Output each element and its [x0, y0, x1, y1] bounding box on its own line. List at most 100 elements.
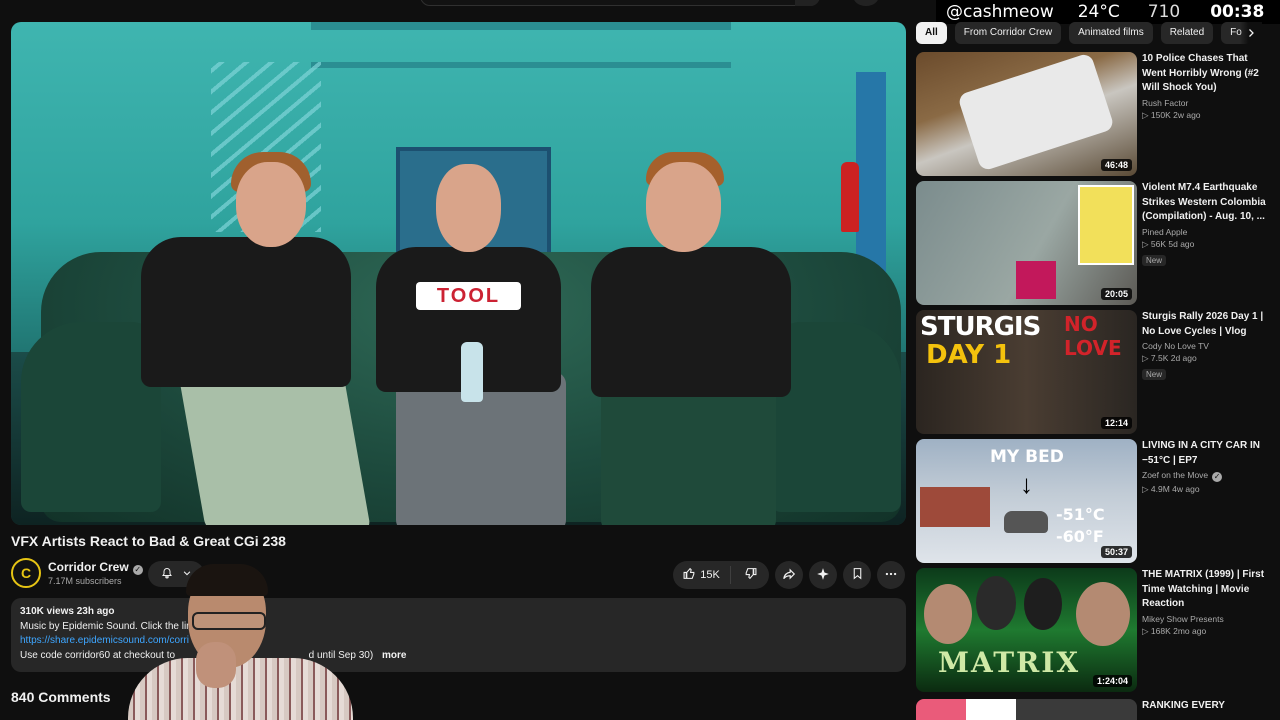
- thumbnail-face: [976, 576, 1016, 630]
- search-bar[interactable]: [420, 0, 820, 6]
- duration-badge: 46:48: [1100, 159, 1132, 171]
- recommendation-thumbnail[interactable]: 20:05: [916, 181, 1137, 305]
- thumbs-up-icon: [683, 567, 696, 583]
- comments-count: 840 Comments: [11, 689, 111, 705]
- scene-railing-lower: [311, 62, 731, 68]
- sparkle-icon: [816, 567, 830, 584]
- share-arrow-icon: [782, 567, 796, 584]
- recommendation-channel-label: Zoef on the Move: [1142, 470, 1209, 480]
- recommendation-item[interactable]: RANKING EVERY: [916, 699, 1276, 720]
- shirt-logo: TOOL: [416, 282, 521, 310]
- chevron-right-icon[interactable]: [1240, 22, 1262, 44]
- recommendation-item[interactable]: STURGIS DAY 1 NO LOVE 12:14 Sturgis Rall…: [916, 310, 1276, 434]
- recommendation-item[interactable]: MY BED ↓ -51°C -60°F 50:37 LIVING IN A C…: [916, 439, 1276, 563]
- fire-extinguisher: [841, 162, 859, 232]
- chip-animated-films[interactable]: Animated films: [1069, 22, 1153, 44]
- water-bottle: [461, 342, 483, 402]
- recommendation-stats: ▷ 4.9M 4w ago: [1142, 484, 1200, 494]
- save-button[interactable]: [843, 561, 871, 589]
- recommendation-channel[interactable]: Cody No Love TV: [1142, 341, 1274, 351]
- share-button[interactable]: [775, 561, 803, 589]
- new-badge: New: [1142, 369, 1167, 380]
- duration-badge: 20:05: [1100, 288, 1132, 300]
- like-count: 15K: [700, 569, 720, 581]
- overlay-handle: @cashmeow: [946, 2, 1054, 22]
- chip-from-corridor-crew[interactable]: From Corridor Crew: [954, 22, 1062, 44]
- stream-overlay: @cashmeow 24°C 710 00:38: [936, 0, 1280, 24]
- channel-avatar[interactable]: C: [11, 558, 41, 588]
- more-actions-button[interactable]: [877, 561, 905, 589]
- duration-badge: 12:14: [1100, 417, 1132, 429]
- scene-railing: [311, 22, 731, 30]
- duration-badge: 50:37: [1100, 546, 1132, 558]
- webcam-hand: [196, 642, 236, 688]
- chip-all[interactable]: All: [916, 22, 947, 44]
- thumbnail-map: [1078, 185, 1134, 265]
- recommendation-channel[interactable]: Mikey Show Presents: [1142, 614, 1274, 624]
- video-title: VFX Artists React to Bad & Great CGi 238: [11, 533, 286, 549]
- recommendation-title[interactable]: Violent M7.4 Earthquake Strikes Western …: [1142, 181, 1274, 225]
- overlay-count: 710: [1147, 2, 1181, 22]
- mic-button[interactable]: [853, 0, 879, 6]
- recommendation-stats: ▷ 56K 5d ago: [1142, 238, 1195, 249]
- duration-badge: 1:24:04: [1092, 675, 1132, 687]
- recommendation-stats: ▷ 168K 2mo ago: [1142, 625, 1207, 636]
- thumbnail-text-no-love: NO LOVE: [1064, 312, 1122, 360]
- recommendation-title[interactable]: LIVING IN A CITY CAR IN −51°C | EP7: [1142, 439, 1274, 468]
- recommendation-title[interactable]: RANKING EVERY: [1142, 699, 1274, 714]
- recommendation-channel[interactable]: Zoef on the Move ✓: [1142, 470, 1274, 482]
- filter-chips: All From Corridor Crew Animated films Re…: [916, 22, 1261, 44]
- search-button[interactable]: [795, 0, 820, 6]
- recommendation-thumbnail[interactable]: MY BED ↓ -51°C -60°F 50:37: [916, 439, 1137, 563]
- show-more-link[interactable]: more: [382, 650, 406, 661]
- recommendation-thumbnail[interactable]: [916, 699, 1137, 720]
- recommendation-thumbnail[interactable]: STURGIS DAY 1 NO LOVE 12:14: [916, 310, 1137, 434]
- thumbnail-face: [1024, 578, 1062, 630]
- video-player[interactable]: TOOL: [11, 22, 906, 525]
- recommendation-channel[interactable]: Rush Factor: [1142, 98, 1274, 108]
- recommendation-item[interactable]: 20:05 Violent M7.4 Earthquake Strikes We…: [916, 181, 1276, 305]
- thumbnail-chair: [1016, 261, 1056, 299]
- thumbnail-car: [957, 52, 1115, 172]
- channel-avatar-letter: C: [20, 565, 32, 581]
- bookmark-icon: [851, 567, 864, 583]
- webcam-overlay: [118, 562, 363, 720]
- recommendation-stats: ▷ 7.5K 2d ago: [1142, 353, 1197, 363]
- ask-button[interactable]: [809, 561, 837, 589]
- overlay-time: 00:38: [1210, 2, 1265, 22]
- recommendation-item[interactable]: 46:48 10 Police Chases That Went Horribl…: [916, 52, 1276, 176]
- recommendation-title[interactable]: THE MATRIX (1999) | First Time Watching …: [1142, 568, 1274, 612]
- dislike-button[interactable]: [731, 567, 769, 583]
- thumbnail-text-matrix: MATRIX: [938, 646, 1081, 679]
- thumbs-down-icon: [744, 567, 757, 583]
- like-button[interactable]: 15K: [673, 566, 731, 584]
- recommendation-stats: ▷ 150K 2w ago: [1142, 109, 1201, 120]
- recommendation-title[interactable]: Sturgis Rally 2026 Day 1 | No Love Cycle…: [1142, 310, 1274, 339]
- thumbnail-face: [1076, 582, 1130, 646]
- more-horizontal-icon: [884, 567, 898, 584]
- subscriber-count: 7.17M subscribers: [48, 576, 122, 586]
- webcam-hair: [186, 564, 268, 596]
- new-badge: New: [1142, 254, 1167, 266]
- couch-arm-left: [21, 322, 161, 512]
- thumbnail-car: [1004, 511, 1048, 533]
- thumbnail-text-fahrenheit: -60°F: [1056, 527, 1104, 546]
- thumbnail-text-my-bed: MY BED: [990, 447, 1064, 467]
- thumbnail-face: [924, 584, 972, 644]
- recommendation-item[interactable]: MATRIX 1:24:04 THE MATRIX (1999) | First…: [916, 568, 1276, 692]
- thumbnail-building: [920, 487, 990, 527]
- webcam-shirt: [128, 658, 353, 720]
- thumbnail-text-celsius: -51°C: [1056, 505, 1105, 524]
- verified-icon: ✓: [1212, 472, 1223, 482]
- overlay-temperature: 24°C: [1077, 2, 1120, 22]
- recommendation-channel[interactable]: Pined Apple: [1142, 227, 1274, 237]
- arrow-down-icon: ↓: [1020, 469, 1033, 499]
- chip-related[interactable]: Related: [1160, 22, 1214, 44]
- recommendation-title[interactable]: 10 Police Chases That Went Horribly Wron…: [1142, 52, 1274, 96]
- thumbnail-text-day: DAY 1: [926, 340, 1012, 370]
- recommendation-thumbnail[interactable]: 46:48: [916, 52, 1137, 176]
- recommendation-thumbnail[interactable]: MATRIX 1:24:04: [916, 568, 1137, 692]
- thumbnail-text-sturgis: STURGIS: [920, 312, 1041, 342]
- webcam-glasses: [192, 612, 266, 630]
- channel-name-label: Corridor Crew: [48, 560, 129, 574]
